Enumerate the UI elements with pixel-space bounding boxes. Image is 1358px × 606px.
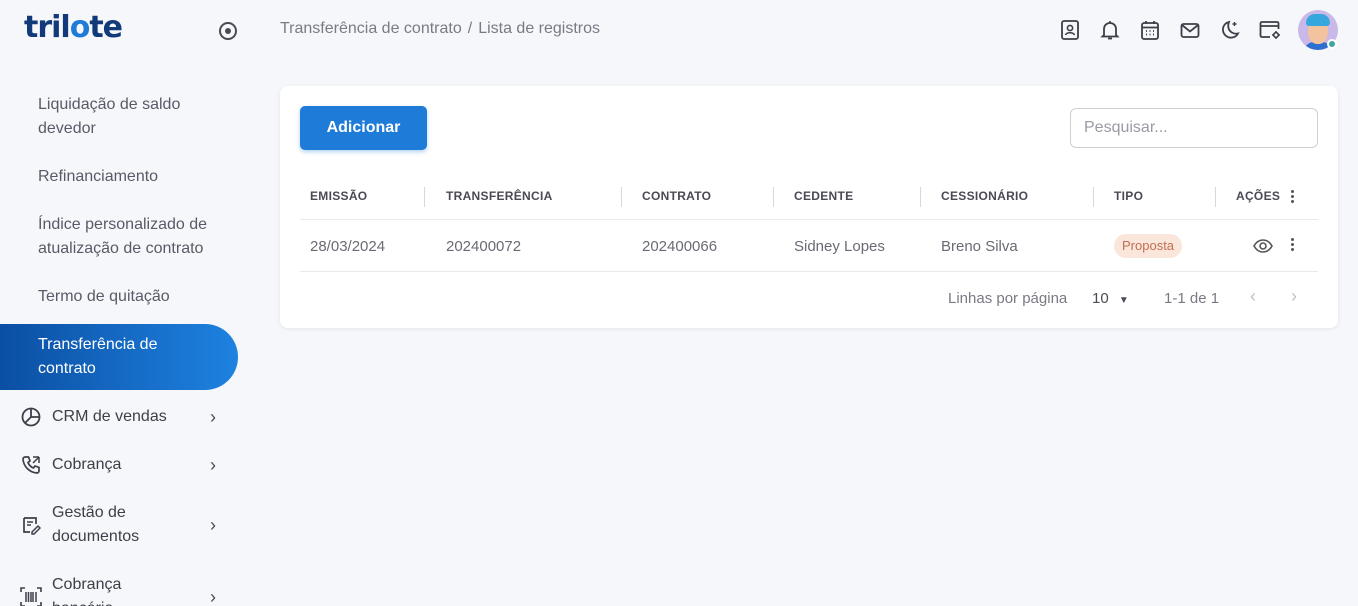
next-page-icon[interactable]: ›: [1291, 286, 1297, 307]
chevron-right-icon: ›: [210, 515, 216, 535]
pagination-range: 1-1 de 1: [1164, 290, 1220, 307]
sidebar-group-documentos[interactable]: Gestão de documentos ›: [0, 501, 238, 549]
chevron-right-icon: ›: [210, 587, 216, 606]
sidebar-group-crm[interactable]: CRM de vendas ›: [0, 405, 238, 429]
column-header-transferencia[interactable]: TRANSFERÊNCIA: [446, 189, 553, 203]
topbar-icons: [1058, 18, 1298, 42]
calendar-icon[interactable]: [1138, 18, 1162, 42]
table-header: EMISSÃO TRANSFERÊNCIA CONTRATO CEDENTE C…: [300, 174, 1318, 220]
cell-contrato: 202400066: [642, 238, 718, 255]
sidebar-group-label: Gestão de documentos: [52, 504, 140, 545]
chevron-right-icon: ›: [210, 455, 216, 475]
sidebar-group-label: Cobrança bancária: [52, 576, 122, 606]
column-header-tipo[interactable]: TIPO: [1114, 189, 1143, 203]
sidebar-item-liquidacao[interactable]: Liquidação de saldo devedor: [0, 93, 238, 141]
bell-icon[interactable]: [1098, 18, 1122, 42]
column-header-acoes: AÇÕES: [1236, 189, 1281, 203]
sidebar-item-label: Índice personalizado de atualização de c…: [38, 216, 208, 257]
dropdown-caret-icon: ▼: [1118, 295, 1129, 306]
sidebar-item-termo[interactable]: Termo de quitação: [0, 285, 238, 309]
browser-settings-icon[interactable]: [1258, 18, 1282, 42]
barcode-icon: [20, 586, 42, 606]
column-header-emissao[interactable]: EMISSÃO: [310, 189, 367, 203]
dark-mode-icon[interactable]: [1218, 18, 1242, 42]
cell-cedente: Sidney Lopes: [794, 238, 885, 255]
breadcrumb-separator: /: [467, 20, 473, 37]
chevron-right-icon: ›: [210, 407, 216, 427]
prev-page-icon[interactable]: ‹: [1250, 286, 1256, 307]
columns-menu-icon[interactable]: [1291, 190, 1295, 205]
sidebar-group-cobranca-bancaria[interactable]: Cobrança bancária ›: [0, 573, 238, 606]
column-header-cessionario[interactable]: CESSIONÁRIO: [941, 189, 1028, 203]
records-card: Adicionar EMISSÃO TRANSFERÊNCIA CONTRATO…: [280, 86, 1338, 328]
online-status-icon: [1327, 39, 1337, 49]
table-row[interactable]: 28/03/2024 202400072 202400066 Sidney Lo…: [300, 221, 1318, 272]
search-input[interactable]: [1070, 108, 1318, 148]
sidebar-item-label: Transferência de contrato: [38, 336, 158, 377]
sidebar-item-label: Liquidação de saldo devedor: [38, 96, 181, 137]
phone-icon: [20, 454, 42, 476]
sidebar-item-transferencia[interactable]: Transferência de contrato: [0, 324, 238, 390]
logo[interactable]: trilote: [24, 10, 123, 45]
contacts-icon[interactable]: [1058, 18, 1082, 42]
row-actions-menu-icon[interactable]: [1291, 238, 1295, 253]
sidebar-group-label: Cobrança: [52, 456, 122, 473]
sidebar-item-label: Termo de quitação: [38, 288, 170, 305]
view-eye-icon[interactable]: [1253, 237, 1273, 260]
breadcrumb-link[interactable]: Transferência de contrato: [280, 20, 462, 37]
mail-icon[interactable]: [1178, 18, 1202, 42]
status-badge: Proposta: [1114, 234, 1183, 258]
sidebar-group-label: CRM de vendas: [52, 408, 167, 425]
sidebar-toggle-icon[interactable]: [219, 22, 237, 40]
sidebar: trilote Liquidação de saldo devedor Refi…: [0, 0, 250, 606]
add-button[interactable]: Adicionar: [300, 106, 427, 150]
rows-per-page-value: 10: [1092, 290, 1109, 307]
column-header-contrato[interactable]: CONTRATO: [642, 189, 711, 203]
breadcrumb: Transferência de contrato / Lista de regis…: [280, 20, 600, 38]
sidebar-item-label: Refinanciamento: [38, 168, 159, 185]
document-edit-icon: [20, 514, 42, 536]
sidebar-item-refinanciamento[interactable]: Refinanciamento: [0, 165, 238, 189]
sidebar-group-cobranca[interactable]: Cobrança ›: [0, 453, 238, 477]
pie-chart-icon: [20, 406, 42, 428]
cell-emissao: 28/03/2024: [310, 238, 386, 255]
rows-per-page-select[interactable]: 10 ▼: [1092, 290, 1129, 307]
column-header-cedente[interactable]: CEDENTE: [794, 189, 853, 203]
sidebar-item-indice[interactable]: Índice personalizado de atualização de c…: [0, 213, 238, 261]
breadcrumb-current: Lista de registros: [478, 20, 601, 37]
cell-cessionario: Breno Silva: [941, 238, 1018, 255]
rows-per-page-label: Linhas por página: [948, 290, 1068, 307]
cell-transferencia: 202400072: [446, 238, 522, 255]
